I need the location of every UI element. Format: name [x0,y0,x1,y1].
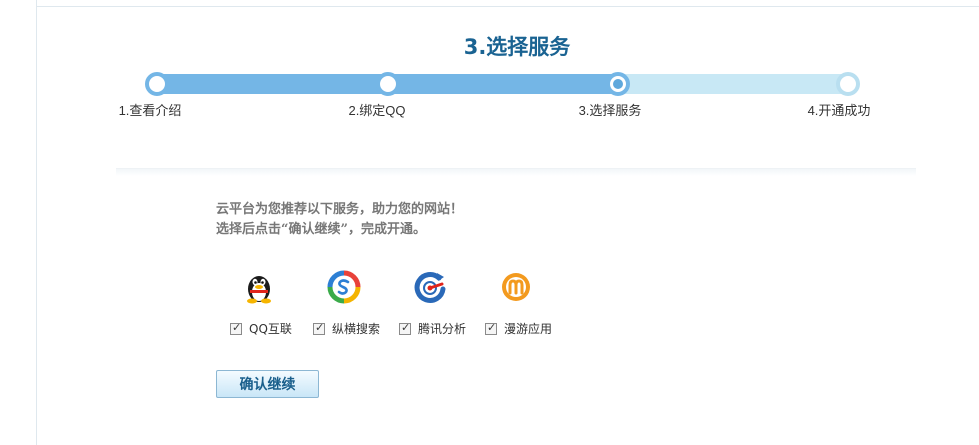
step-label-2: 2.绑定QQ [348,103,406,118]
service-checkbox-row: 纵横搜索 [313,320,380,337]
content-frame-top-border [36,6,979,7]
tencent-analytics-checkbox[interactable] [399,321,411,335]
zongheng-search-icon [327,270,361,304]
step-label-4: 4.开通成功 [807,103,871,118]
progress-bar [155,74,850,94]
qq-penguin-icon [247,276,271,304]
page-title: 3.选择服务 [463,35,571,59]
service-label: QQ互联 [249,322,292,336]
intro-line-1: 云平台为您推荐以下服务，助力您的网站！ [216,202,464,217]
step-label-1: 1.查看介绍 [118,103,182,118]
step-marker-2 [376,72,400,96]
intro-text: 云平台为您推荐以下服务，助力您的网站！ 选择后点击“确认继续”，完成开通。 [216,200,463,240]
zongheng-search-checkbox[interactable] [313,321,325,335]
intro-line-2: 选择后点击“确认继续”，完成开通。 [216,222,426,237]
manyou-app-icon [502,273,530,301]
step-label-3: 3.选择服务 [578,103,642,118]
qq-connect-checkbox[interactable] [230,321,242,335]
manyou-apps-checkbox[interactable] [485,321,497,335]
confirm-continue-button[interactable]: 确认继续 [216,370,319,398]
step-marker-1 [145,72,169,96]
step-marker-4 [836,72,860,96]
service-label: 漫游应用 [504,322,553,336]
step-marker-3 [606,72,630,96]
service-checkbox-row: 漫游应用 [485,320,552,337]
content-frame-left-border [36,0,37,445]
service-label: 纵横搜索 [332,322,381,336]
service-label: 腾讯分析 [418,322,467,336]
service-checkbox-row: 腾讯分析 [399,320,466,337]
section-divider [116,168,916,176]
tencent-analytics-icon [414,272,446,303]
service-checkbox-row: QQ互联 [230,320,292,337]
